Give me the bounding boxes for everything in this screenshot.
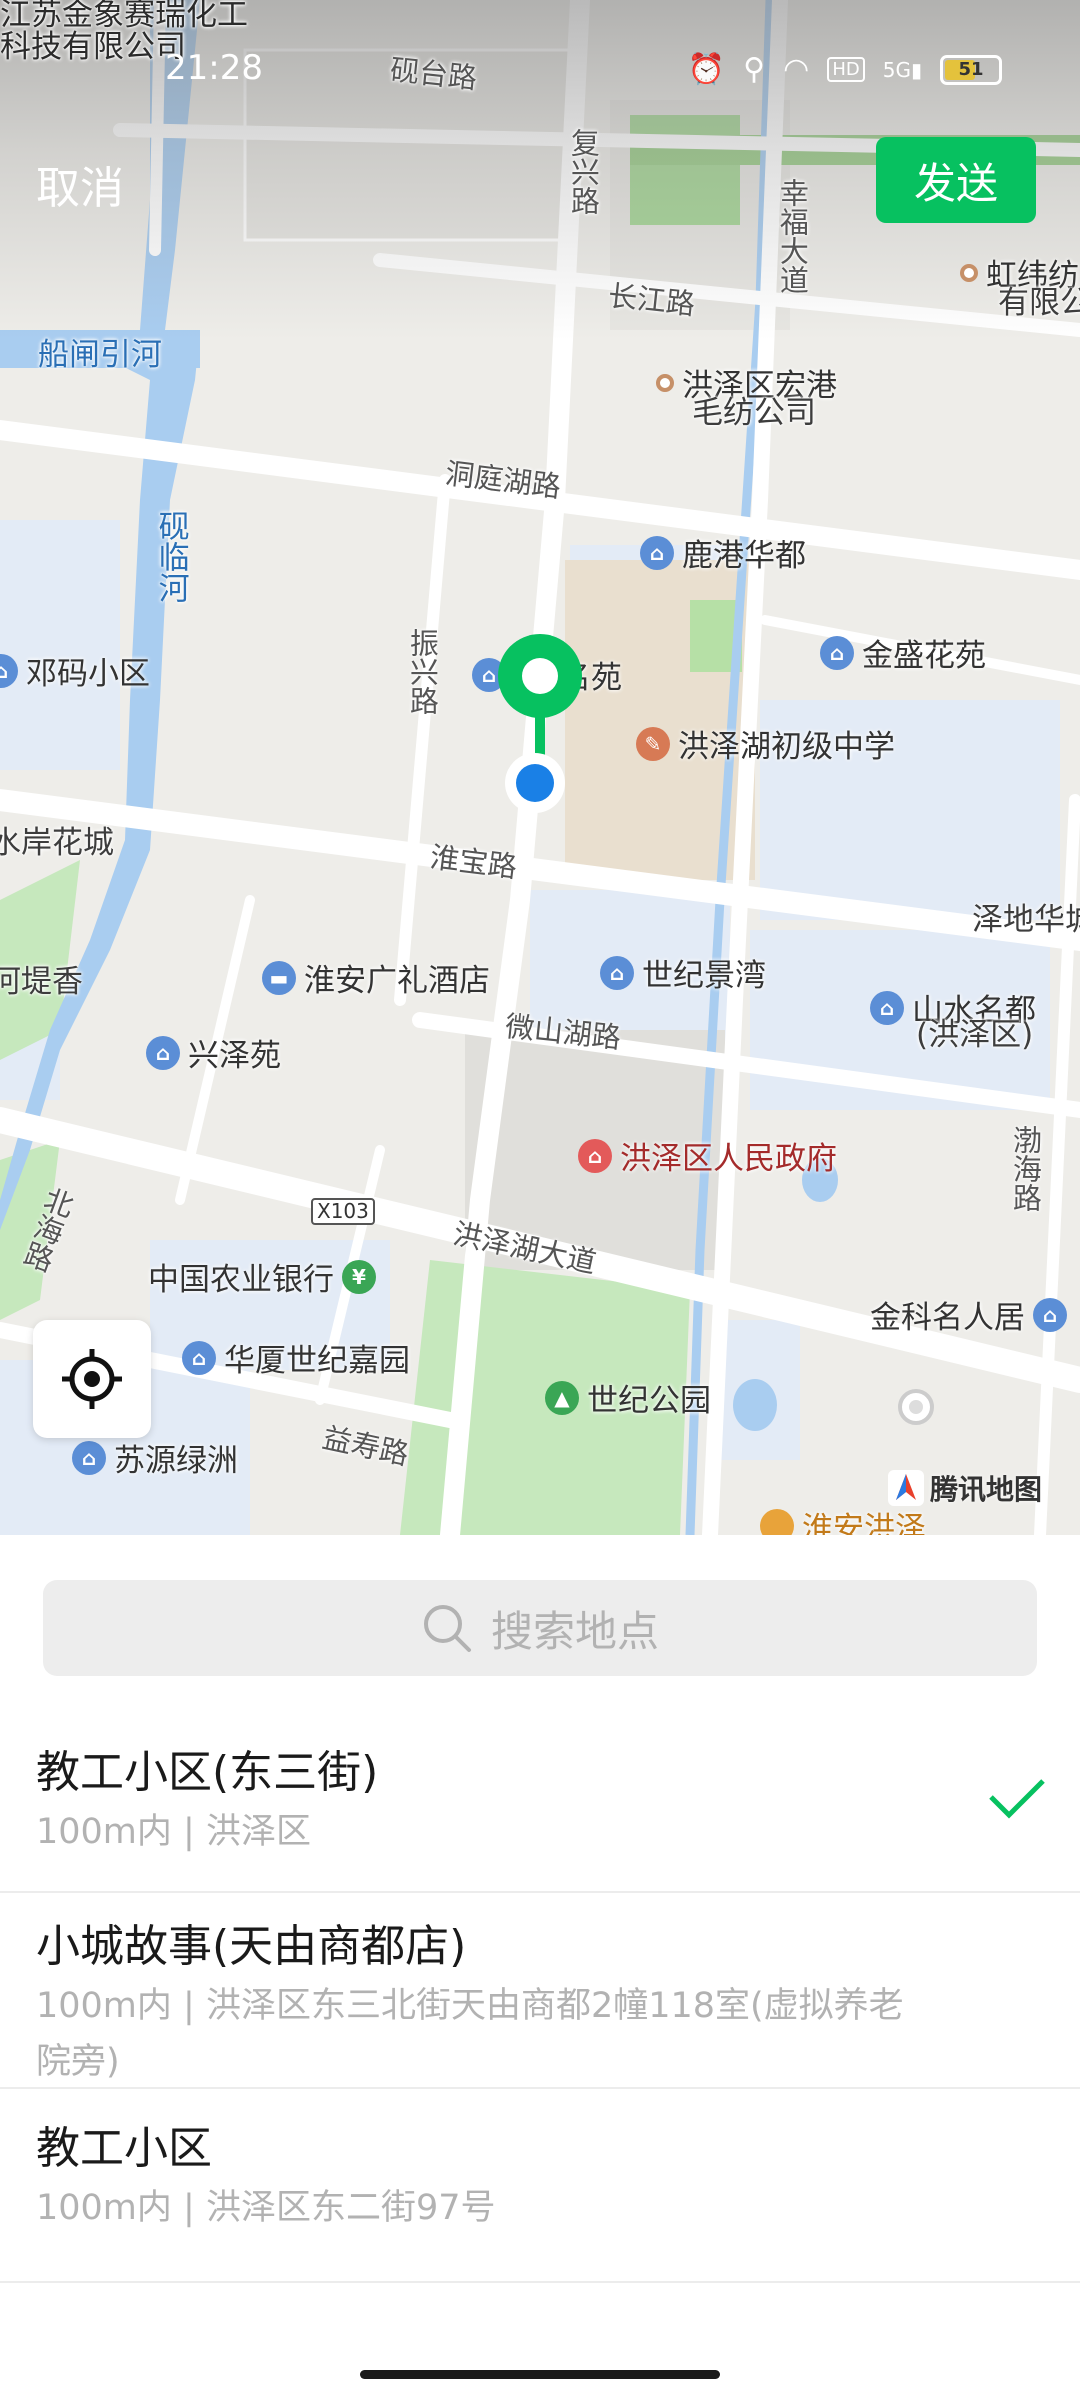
status-time: 21:28 (165, 48, 263, 88)
poi-dot-icon (656, 373, 674, 392)
poi-label: 淮安广礼酒店 (304, 963, 490, 999)
poi-label: 兴泽苑 (188, 1038, 281, 1074)
location-name: 小城故事(天由商都店) (36, 1921, 467, 1972)
poi-label: 世纪景湾 (642, 958, 766, 994)
location-list-panel: 搜索地点 教工小区(东三街) 100m内 | 洪泽区 小城故事(天由商都店) 1… (0, 1535, 1080, 2400)
location-name: 教工小区 (36, 2123, 212, 2174)
status-bar: 21:28 ⏰ ⚲ ◠ HD 5G▮ 51 (0, 48, 1080, 92)
map-label-shuian: 水岸花城 (0, 825, 114, 861)
poi-label: 金科名人居 (870, 1300, 1025, 1336)
map-poi-jinke[interactable]: 金科名人居 ⌂ (870, 1292, 1067, 1337)
selected-check-icon (989, 1779, 1045, 1819)
residence-icon: ⌂ (1033, 1297, 1067, 1332)
tencent-map-logo-icon (888, 1470, 924, 1506)
government-icon: ⌂ (578, 1138, 612, 1173)
selected-location-pin-icon (498, 634, 582, 813)
location-name: 教工小区(东三街) (36, 1747, 379, 1798)
map-label-zhenxing-road: 振兴路 (405, 628, 440, 715)
network-type: 5G (882, 57, 911, 82)
map-poi-shiji-jingwan[interactable]: ⌂ 世纪景湾 (600, 950, 766, 995)
poi-label: 洪泽湖初级中学 (678, 729, 895, 765)
send-button[interactable]: 发送 (876, 137, 1036, 223)
map-label-yanlin-river: 砚临河 (152, 510, 189, 603)
map-label-bohai-road: 渤海路 (1008, 1125, 1043, 1212)
list-item[interactable]: 小城故事(天由商都店) 100m内 | 洪泽区东三北街天由商都2幢118室(虚拟… (0, 1893, 1080, 2089)
park-icon: ▲ (545, 1380, 579, 1415)
map-poi-gov[interactable]: ⌂ 洪泽区人民政府 (578, 1133, 837, 1178)
map-poi-abc-bank[interactable]: 中国农业银行 ¥ (148, 1254, 376, 1299)
map-label-honggang-2: 毛纺公司 (692, 395, 816, 431)
map-poi-school[interactable]: ✎ 洪泽湖初级中学 (636, 721, 895, 766)
map-label-zedi: 泽地华城 (972, 902, 1080, 938)
poi-label: 鹿港华都 (682, 538, 806, 574)
map-poi-dengma[interactable]: ⌂ 邓码小区 (0, 648, 150, 693)
residence-icon: ⌂ (870, 990, 904, 1025)
map-label-hedi: 河堤香 (0, 964, 83, 1000)
map-label-xingfu-avenue: 幸福大道 (775, 178, 810, 294)
list-item[interactable]: 教工小区 100m内 | 洪泽区东二街97号 (0, 2089, 1080, 2283)
locate-me-button[interactable] (33, 1320, 151, 1438)
poi-label: 世纪公园 (587, 1383, 711, 1419)
hd-icon: HD (827, 57, 865, 82)
map-poi-huaxia[interactable]: ⌂ 华厦世纪嘉园 (182, 1335, 410, 1380)
map-poi-xingze[interactable]: ⌂ 兴泽苑 (146, 1030, 281, 1075)
residence-icon: ⌂ (182, 1340, 216, 1375)
map-poi-lugang-huadu[interactable]: ⌂ 鹿港华都 (640, 530, 806, 575)
school-icon: ✎ (636, 726, 670, 761)
residence-icon: ⌂ (820, 635, 854, 670)
map-poi-century-park[interactable]: ▲ 世纪公园 (545, 1375, 711, 1420)
bank-icon: ¥ (342, 1259, 376, 1294)
search-placeholder: 搜索地点 (490, 1606, 659, 1656)
poi-dot-icon (960, 263, 978, 282)
location-results-list: 教工小区(东三街) 100m内 | 洪泽区 小城故事(天由商都店) 100m内 … (0, 1725, 1080, 2283)
poi-label: 苏源绿洲 (114, 1443, 238, 1479)
residence-icon: ⌂ (640, 535, 674, 570)
location-detail: 100m内 | 洪泽区东三北街天由商都2幢118室(虚拟养老院旁) (36, 1985, 904, 2082)
poi-label: 华厦世纪嘉园 (224, 1343, 410, 1379)
location-icon: ⚲ (743, 52, 766, 87)
location-detail: 100m内 | 洪泽区东二街97号 (36, 2187, 496, 2228)
location-detail: 100m内 | 洪泽区 (36, 1811, 311, 1852)
search-icon (423, 1605, 471, 1652)
map-label-shanshui-2: (洪泽区) (916, 1017, 1034, 1053)
residence-icon: ⌂ (0, 653, 18, 688)
poi-label: 中国农业银行 (148, 1262, 334, 1298)
residence-icon: ⌂ (72, 1440, 106, 1475)
list-item[interactable]: 教工小区(东三街) 100m内 | 洪泽区 (0, 1725, 1080, 1893)
home-indicator[interactable] (360, 2370, 720, 2379)
crosshair-icon (62, 1349, 122, 1409)
wifi-icon: ◠ (783, 52, 810, 87)
poi-label: 洪泽区人民政府 (620, 1141, 837, 1177)
cancel-button[interactable]: 取消 (36, 152, 124, 216)
map-poi-suyuan[interactable]: ⌂ 苏源绿洲 (72, 1435, 238, 1480)
status-icons: ⏰ ⚲ ◠ HD 5G▮ 51 (688, 52, 1002, 87)
map-poi-jinsheng[interactable]: ⌂ 金盛花苑 (820, 630, 986, 675)
battery-icon: 51 (940, 54, 1002, 85)
map-poi-guangli-hotel[interactable]: ▬ 淮安广礼酒店 (262, 955, 490, 1000)
tencent-map-label: 腾讯地图 (930, 1473, 1043, 1506)
map-label-x103-shield: X103 (311, 1198, 375, 1225)
map-view[interactable]: 江苏金象赛瑞化工 科技有限公司 砚台路 复兴路 幸福大道 长江路 虹纬纺 有限公… (0, 0, 1080, 1535)
alarm-icon: ⏰ (687, 52, 726, 87)
map-label-fuxing-road: 复兴路 (566, 128, 601, 215)
hotel-icon: ▬ (262, 960, 296, 995)
poi-label: 金盛花苑 (862, 638, 986, 674)
map-label-hongwei-2: 有限公 (998, 285, 1080, 321)
residence-icon: ⌂ (146, 1035, 180, 1070)
location-picker-screen: 江苏金象赛瑞化工 科技有限公司 砚台路 复兴路 幸福大道 长江路 虹纬纺 有限公… (0, 0, 1080, 2400)
map-label-chuanzha-river: 船闸引河 (38, 337, 162, 373)
residence-icon: ⌂ (600, 955, 634, 990)
signal-icon: 5G▮ (882, 57, 922, 82)
poi-label: 邓码小区 (26, 656, 150, 692)
search-input[interactable]: 搜索地点 (43, 1580, 1037, 1676)
battery-level: 51 (958, 59, 984, 80)
landmark-icon (760, 1508, 794, 1535)
tencent-map-logo: 腾讯地图 (888, 1468, 1042, 1508)
